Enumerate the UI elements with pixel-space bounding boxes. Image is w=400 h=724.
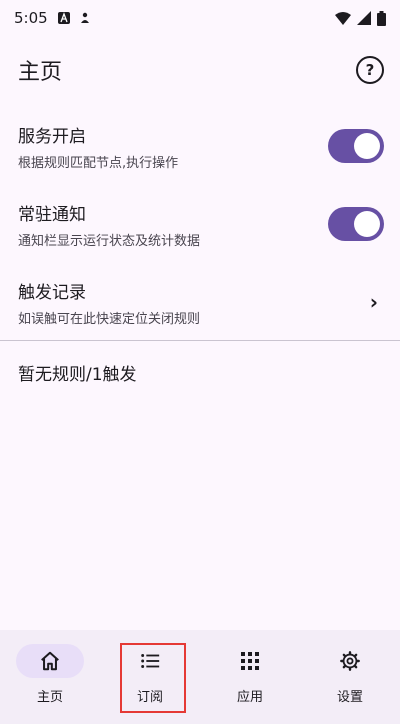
nav-label-home: 主页 [36,690,63,705]
chevron-right-icon: › [369,290,378,314]
persistent-notification-title: 常驻通知 [18,204,86,225]
app-bar: 主页 ? [0,48,400,92]
nav-item-home[interactable]: 主页 [0,630,100,724]
service-toggle-row[interactable]: 服务开启 根据规则匹配节点,执行操作 [0,114,400,178]
cell-signal-icon [357,11,371,25]
person-notification-icon [80,12,89,23]
wifi-icon [335,11,351,25]
nav-label-apps: 应用 [236,690,263,705]
page-title: 主页 [18,60,63,85]
app-notification-icon [57,12,70,24]
divider [0,340,400,341]
persistent-notification-switch[interactable] [328,207,384,241]
home-icon [41,651,59,671]
highlight-box [120,643,186,713]
trigger-log-title: 触发记录 [18,282,86,303]
service-toggle-title: 服务开启 [18,126,86,147]
apps-grid-icon [241,652,259,670]
bottom-nav: 主页 订阅 应用 设置 [0,630,400,724]
nav-label-settings: 设置 [336,690,363,705]
nav-item-settings[interactable]: 设置 [300,630,400,724]
status-bar: 5:05 [0,0,400,36]
gear-icon [340,651,360,671]
battery-icon [377,10,386,26]
nav-item-apps[interactable]: 应用 [200,630,300,724]
persistent-notification-row[interactable]: 常驻通知 通知栏显示运行状态及统计数据 [0,192,400,256]
service-switch[interactable] [328,129,384,163]
switch-thumb [354,211,380,237]
service-toggle-subtitle: 根据规则匹配节点,执行操作 [18,155,179,171]
trigger-log-subtitle: 如误触可在此快速定位关闭规则 [18,311,201,327]
status-time: 5:05 [14,9,48,27]
help-circle-icon[interactable]: ? [356,56,384,84]
persistent-notification-subtitle: 通知栏显示运行状态及统计数据 [18,233,201,249]
switch-thumb [354,133,380,159]
rule-summary: 暂无规则/1触发 [18,365,137,385]
trigger-log-row[interactable]: 触发记录 如误触可在此快速定位关闭规则 › [0,270,400,334]
